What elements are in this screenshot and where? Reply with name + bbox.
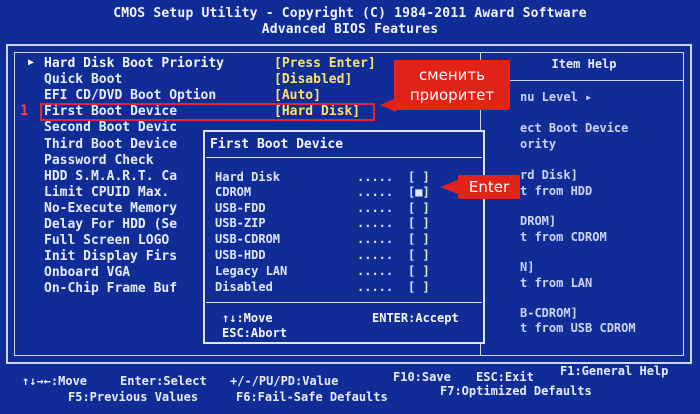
callout-arrow-icon: [440, 180, 458, 194]
bios-screen: CMOS Setup Utility - Copyright (C) 1984-…: [0, 0, 700, 414]
highlight-box-first-boot-device: [40, 103, 375, 121]
callout-enter: Enter: [458, 175, 520, 199]
annotation-number: 1: [20, 103, 29, 119]
popup-hint-accept: ENTER:Accept: [372, 311, 459, 325]
popup-hint-move: ↑↓:Move: [222, 311, 273, 325]
option-checkbox: [ ]: [408, 216, 430, 230]
option-checkbox: [ ]: [408, 264, 430, 278]
help-line: nu Level ▸: [520, 90, 593, 104]
option-checkbox: [ ]: [408, 248, 430, 262]
help-line: ority: [520, 137, 557, 151]
footer-value: +/-/PU/PD:Value: [230, 374, 339, 388]
option-checkbox: [ ]: [408, 232, 430, 246]
help-line: N]: [520, 260, 535, 274]
popup-option-legacy-lan[interactable]: Legacy LAN ..... [ ]: [215, 264, 475, 279]
footer-previous-values: F5:Previous Values: [68, 390, 199, 404]
footer-exit: ESC:Exit: [476, 370, 534, 384]
option-checkbox: [ ]: [408, 201, 430, 215]
footer-optimized-defaults: F7:Optimized Defaults: [440, 384, 592, 398]
help-line: ect Boot Device: [520, 121, 629, 135]
footer-select: Enter:Select: [120, 374, 207, 388]
callout-change-priority: сменить приоритет: [394, 60, 510, 110]
help-line: t from CDROM: [520, 230, 607, 244]
popup-title: First Boot Device: [210, 137, 344, 152]
popup-separator: [206, 302, 482, 303]
bios-page-title: Advanced BIOS Features: [261, 22, 439, 37]
popup-hint-abort: ESC:Abort: [222, 326, 288, 340]
popup-separator: [206, 157, 482, 158]
footer-save: F10:Save: [393, 370, 451, 384]
help-line: t from USB CDROM: [520, 321, 636, 335]
help-line: B-CDROM]: [520, 306, 578, 320]
help-line: t from LAN: [520, 276, 593, 290]
option-checkbox: [ ]: [408, 170, 430, 184]
footer-general-help: F1:General Help: [560, 364, 669, 378]
help-line: DROM]: [520, 214, 557, 228]
help-line: rd Disk]: [520, 168, 578, 182]
footer-move: ↑↓→←:Move: [22, 374, 88, 388]
popup-option-usb-cdrom[interactable]: USB-CDROM ..... [ ]: [215, 232, 475, 247]
popup-option-cdrom[interactable]: CDROM ..... [■]: [215, 185, 475, 200]
popup-option-usb-hdd[interactable]: USB-HDD ..... [ ]: [215, 248, 475, 263]
bios-header-copyright: CMOS Setup Utility - Copyright (C) 1984-…: [113, 6, 587, 21]
footer-fail-safe-defaults: F6:Fail-Safe Defaults: [236, 390, 388, 404]
submenu-arrow-icon: ▶: [28, 57, 35, 68]
help-separator: [480, 80, 684, 81]
popup-option-usb-zip[interactable]: USB-ZIP ..... [ ]: [215, 216, 475, 231]
popup-option-disabled[interactable]: Disabled ..... [ ]: [215, 280, 475, 295]
help-line: t from HDD: [520, 184, 593, 198]
popup-option-hard-disk[interactable]: Hard Disk ..... [ ]: [215, 170, 475, 185]
item-help-title: Item Help: [551, 57, 617, 71]
option-checkbox: [ ]: [408, 280, 430, 294]
popup-option-usb-fdd[interactable]: USB-FDD ..... [ ]: [215, 201, 475, 216]
option-checkbox-selected: [■]: [408, 185, 430, 199]
